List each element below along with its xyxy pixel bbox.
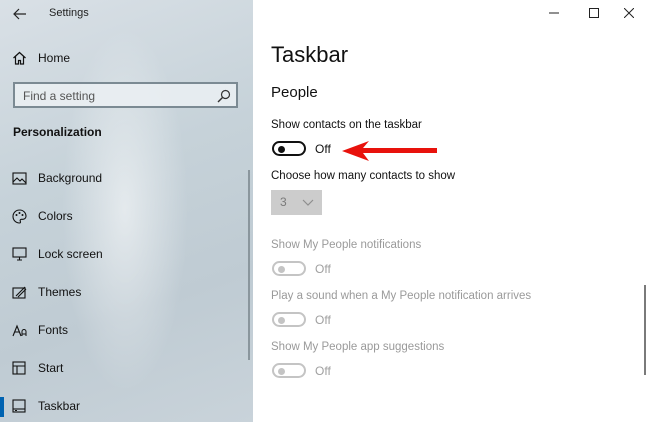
sidebar-item-label: Background bbox=[38, 171, 103, 185]
search-box[interactable]: Find a setting bbox=[13, 82, 238, 108]
sidebar-item-background[interactable]: Background bbox=[0, 161, 253, 195]
nav-home-label: Home bbox=[38, 51, 71, 65]
sidebar-item-start[interactable]: Start bbox=[0, 351, 253, 385]
sidebar-item-taskbar[interactable]: Taskbar bbox=[0, 389, 253, 423]
search-icon[interactable] bbox=[217, 89, 231, 103]
main-scrollbar[interactable] bbox=[644, 285, 646, 375]
play-sound-toggle[interactable] bbox=[272, 312, 306, 327]
notifications-label: Show My People notifications bbox=[271, 239, 422, 251]
search-input[interactable]: Find a setting bbox=[23, 89, 95, 103]
maximize-icon bbox=[589, 8, 599, 18]
sidebar-item-fonts[interactable]: Fonts bbox=[0, 313, 253, 347]
back-arrow-icon bbox=[13, 8, 26, 20]
sidebar-item-label: Start bbox=[38, 361, 64, 375]
sidebar-item-label: Fonts bbox=[38, 323, 69, 337]
lock-screen-icon bbox=[11, 246, 27, 262]
page-title: Taskbar bbox=[271, 42, 349, 67]
app-suggestions-state: Off bbox=[315, 364, 331, 378]
minimize-icon bbox=[549, 12, 559, 14]
contacts-count-dropdown[interactable]: 3 bbox=[271, 190, 322, 215]
minimize-button[interactable] bbox=[539, 2, 569, 24]
back-button[interactable] bbox=[8, 4, 32, 24]
play-sound-state: Off bbox=[315, 313, 331, 327]
taskbar-icon bbox=[11, 398, 27, 414]
toggle-knob bbox=[278, 367, 285, 375]
sidebar-item-label: Themes bbox=[38, 285, 82, 299]
app-suggestions-label: Show My People app suggestions bbox=[271, 341, 445, 353]
sidebar-item-themes[interactable]: Themes bbox=[0, 275, 253, 309]
close-icon bbox=[624, 8, 634, 18]
show-contacts-state: Off bbox=[315, 142, 331, 156]
contacts-count-label: Choose how many contacts to show bbox=[271, 170, 456, 182]
toggle-knob bbox=[278, 145, 285, 153]
notifications-toggle[interactable] bbox=[272, 261, 306, 276]
toggle-knob bbox=[278, 316, 285, 324]
app-title: Settings bbox=[49, 7, 89, 19]
sidebar-item-label: Taskbar bbox=[38, 399, 81, 413]
image-icon bbox=[11, 170, 27, 186]
contacts-count-value: 3 bbox=[280, 195, 287, 209]
title-bar: Settings bbox=[0, 0, 253, 28]
sidebar-item-label: Colors bbox=[38, 209, 73, 223]
notifications-state: Off bbox=[315, 262, 331, 276]
start-icon bbox=[11, 360, 27, 376]
main-panel: Taskbar People Show contacts on the task… bbox=[253, 0, 648, 422]
sidebar-scrollbar[interactable] bbox=[248, 170, 250, 360]
sidebar: Settings Home Find a setting Personaliza… bbox=[0, 0, 253, 422]
show-contacts-label: Show contacts on the taskbar bbox=[271, 119, 422, 131]
toggle-knob bbox=[278, 265, 285, 273]
home-icon bbox=[11, 50, 27, 66]
fonts-icon bbox=[11, 322, 27, 338]
nav-home[interactable]: Home bbox=[0, 41, 253, 75]
themes-icon bbox=[11, 284, 27, 300]
chevron-down-icon bbox=[302, 199, 314, 206]
show-contacts-toggle[interactable] bbox=[272, 141, 306, 156]
palette-icon bbox=[11, 208, 27, 224]
maximize-button[interactable] bbox=[579, 2, 609, 24]
close-button[interactable] bbox=[614, 2, 644, 24]
sidebar-item-colors[interactable]: Colors bbox=[0, 199, 253, 233]
section-title: Personalization bbox=[13, 125, 102, 139]
app-suggestions-toggle[interactable] bbox=[272, 363, 306, 378]
sidebar-item-lock-screen[interactable]: Lock screen bbox=[0, 237, 253, 271]
red-arrow-annotation bbox=[342, 141, 437, 161]
play-sound-label: Play a sound when a My People notificati… bbox=[271, 290, 532, 302]
sidebar-item-label: Lock screen bbox=[38, 247, 103, 261]
section-heading: People bbox=[271, 84, 318, 101]
